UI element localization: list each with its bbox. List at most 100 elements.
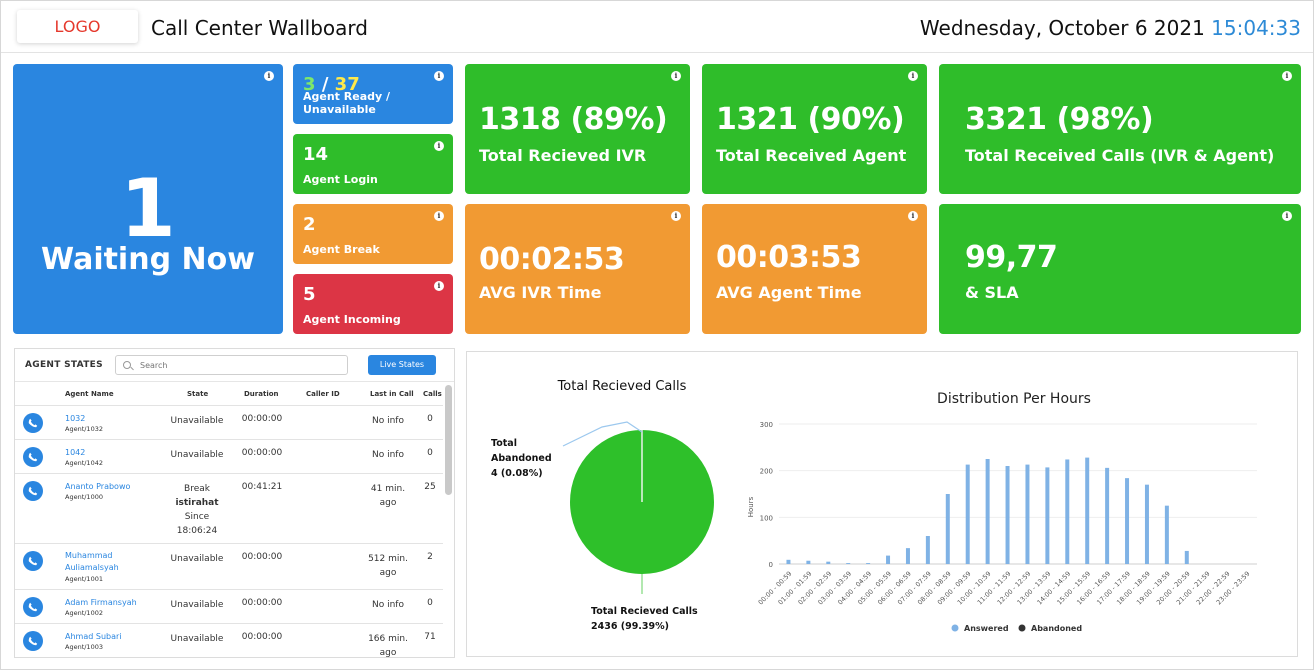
- bar-answered[interactable]: [1164, 505, 1169, 564]
- table-row[interactable]: Adam Firmansyah Agent/1002 Unavailable 0…: [15, 590, 443, 624]
- bar-answered[interactable]: [1144, 484, 1149, 564]
- col-calls[interactable]: Calls: [423, 390, 442, 398]
- kpi-sla[interactable]: i 99,77 & SLA: [939, 204, 1301, 334]
- info-icon[interactable]: i: [1282, 71, 1292, 81]
- y-tick-label: 300: [760, 421, 773, 429]
- phone-icon[interactable]: [23, 597, 43, 617]
- info-icon[interactable]: i: [908, 71, 918, 81]
- bar-answered[interactable]: [866, 563, 871, 564]
- last-in-call-value: 512 min.: [368, 554, 408, 564]
- kpi-avg-ivr-time[interactable]: i 00:02:53 AVG IVR Time: [465, 204, 690, 334]
- bar-answered[interactable]: [1105, 467, 1110, 564]
- pie-chart: [562, 421, 714, 594]
- phone-icon[interactable]: [23, 413, 43, 433]
- table-row[interactable]: 1042 Agent/1042 Unavailable 00:00:00 No …: [15, 440, 443, 474]
- phone-icon[interactable]: [23, 631, 43, 651]
- x-tick-label: 00:00 - 00:59: [757, 570, 794, 607]
- agent-duration: 00:00:00: [241, 414, 283, 424]
- last-in-call-value: 166 min.: [368, 634, 408, 644]
- info-icon[interactable]: i: [671, 211, 681, 221]
- info-icon[interactable]: i: [434, 211, 444, 221]
- agent-name[interactable]: Muhammad Auliamalsyah: [65, 550, 147, 574]
- phone-icon[interactable]: [23, 447, 43, 467]
- legend-abandoned-swatch[interactable]: [1018, 624, 1026, 632]
- kpi-label: AVG IVR Time: [479, 283, 602, 302]
- agent-login-card[interactable]: i 14 Agent Login: [293, 134, 453, 194]
- agent-states-header: AGENT STATES Live States: [15, 349, 454, 382]
- agent-states-panel: AGENT STATES Live States Agent Name Stat…: [14, 348, 455, 658]
- agent-name[interactable]: 1042: [65, 447, 147, 459]
- info-icon[interactable]: i: [434, 281, 444, 291]
- kpi-value: 00:03:53: [716, 240, 862, 275]
- live-states-button[interactable]: Live States: [368, 355, 436, 375]
- col-state[interactable]: State: [187, 390, 208, 398]
- bar-answered[interactable]: [965, 464, 970, 564]
- bar-answered[interactable]: [985, 459, 990, 564]
- agent-name[interactable]: Adam Firmansyah: [65, 597, 147, 609]
- bar-answered[interactable]: [925, 536, 930, 564]
- kpi-label: Total Recieved IVR: [479, 146, 647, 165]
- kpi-received-ivr[interactable]: i 1318 (89%) Total Recieved IVR: [465, 64, 690, 194]
- kpi-avg-agent-time[interactable]: i 00:03:53 AVG Agent Time: [702, 204, 927, 334]
- agent-id: Agent/1042: [65, 459, 103, 467]
- bar-answered[interactable]: [846, 563, 851, 564]
- bar-answered[interactable]: [945, 494, 950, 564]
- col-duration[interactable]: Duration: [244, 390, 279, 398]
- scrollbar[interactable]: [445, 385, 452, 495]
- info-icon[interactable]: i: [434, 141, 444, 151]
- legend-answered-swatch[interactable]: [951, 624, 959, 632]
- table-row[interactable]: Ahmad Subari Agent/1003 Unavailable 00:0…: [15, 624, 443, 657]
- table-row[interactable]: 1032 Agent/1032 Unavailable 00:00:00 No …: [15, 406, 443, 440]
- phone-icon[interactable]: [23, 481, 43, 501]
- search-input[interactable]: [140, 358, 340, 372]
- calls-count: 0: [427, 414, 433, 424]
- last-in-call: No info: [372, 416, 404, 426]
- phone-icon[interactable]: [23, 551, 43, 571]
- pie-label-received-l2: 2436 (99.39%): [591, 621, 669, 632]
- info-icon[interactable]: i: [434, 71, 444, 81]
- legend-answered[interactable]: Answered: [964, 624, 1009, 633]
- agent-ready-card[interactable]: i 3 / 37 Agent Ready / Unavailable: [293, 64, 453, 124]
- bar-answered[interactable]: [826, 561, 831, 564]
- bar-answered[interactable]: [886, 555, 891, 564]
- bar-answered[interactable]: [1065, 459, 1070, 564]
- y-tick-label: 100: [760, 514, 773, 522]
- agent-incoming-card[interactable]: i 5 Agent Incoming: [293, 274, 453, 334]
- bar-answered[interactable]: [905, 548, 910, 564]
- date-text: Wednesday, October 6 2021: [919, 16, 1205, 40]
- search-box: [115, 355, 348, 375]
- bar-answered[interactable]: [1184, 550, 1189, 564]
- agent-name[interactable]: 1032: [65, 413, 147, 425]
- agent-break-card[interactable]: i 2 Agent Break: [293, 204, 453, 264]
- bar-answered[interactable]: [1085, 457, 1090, 564]
- bar-answered[interactable]: [806, 560, 811, 564]
- table-row[interactable]: Muhammad Auliamalsyah Agent/1001 Unavail…: [15, 544, 443, 590]
- table-row[interactable]: Ananto Prabowo Agent/1000 Break istiraha…: [15, 474, 443, 544]
- kpi-label: Total Received Calls (IVR & Agent): [965, 146, 1275, 165]
- agent-name[interactable]: Ananto Prabowo: [65, 481, 147, 493]
- pie-label-abandoned-l1: Total: [491, 438, 517, 449]
- bar-answered[interactable]: [1045, 467, 1050, 564]
- info-icon[interactable]: i: [264, 71, 274, 81]
- col-last-in-call[interactable]: Last in Call: [370, 390, 414, 398]
- search-icon: [123, 361, 131, 369]
- kpi-received-agent[interactable]: i 1321 (90%) Total Received Agent: [702, 64, 927, 194]
- waiting-now-card[interactable]: i 1 Waiting Now: [13, 64, 283, 334]
- info-icon[interactable]: i: [1282, 211, 1292, 221]
- col-caller-id[interactable]: Caller ID: [306, 390, 340, 398]
- info-icon[interactable]: i: [671, 71, 681, 81]
- kpi-received-calls[interactable]: i 3321 (98%) Total Received Calls (IVR &…: [939, 64, 1301, 194]
- bar-answered[interactable]: [1125, 478, 1130, 564]
- kpi-label: & SLA: [965, 283, 1019, 302]
- bar-answered[interactable]: [786, 559, 791, 564]
- kpi-value: 1321 (90%): [716, 102, 905, 137]
- info-icon[interactable]: i: [908, 211, 918, 221]
- bar-answered[interactable]: [1025, 464, 1030, 564]
- agent-name[interactable]: Ahmad Subari: [65, 631, 147, 643]
- legend-abandoned[interactable]: Abandoned: [1031, 624, 1082, 633]
- col-agent-name[interactable]: Agent Name: [65, 390, 114, 398]
- kpi-value: 99,77: [965, 240, 1058, 275]
- bar-x-labels: 00:00 - 00:5901:00 - 01:5902:00 - 02:590…: [757, 570, 1252, 607]
- bar-answered[interactable]: [1005, 466, 1010, 564]
- last-in-call-suffix: ago: [379, 568, 397, 578]
